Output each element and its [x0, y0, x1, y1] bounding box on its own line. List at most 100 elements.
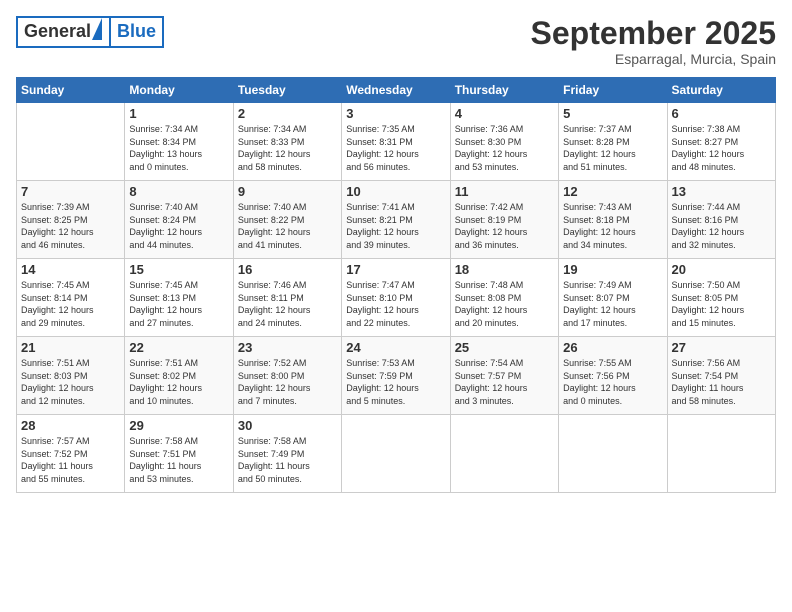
day-info: Sunrise: 7:53 AM Sunset: 7:59 PM Dayligh…	[346, 357, 445, 407]
day-number: 27	[672, 340, 771, 355]
day-number: 19	[563, 262, 662, 277]
calendar-cell: 2 Sunrise: 7:34 AM Sunset: 8:33 PM Daylig…	[233, 103, 341, 181]
day-info: Sunrise: 7:49 AM Sunset: 8:07 PM Dayligh…	[563, 279, 662, 329]
day-number: 22	[129, 340, 228, 355]
calendar-cell: 23Sunrise: 7:52 AM Sunset: 8:00 PM Dayli…	[233, 337, 341, 415]
calendar-week-row: 28Sunrise: 7:57 AM Sunset: 7:52 PM Dayli…	[17, 415, 776, 493]
day-info: Sunrise: 7:38 AM Sunset: 8:27 PM Dayligh…	[672, 123, 771, 173]
day-number: 2	[238, 106, 337, 121]
calendar-cell: 20 Sunrise: 7:50 AM Sunset: 8:05 PM Dayli…	[667, 259, 775, 337]
calendar-page: General Blue September 2025 Esparragal, …	[0, 0, 792, 612]
calendar-cell: 26Sunrise: 7:55 AM Sunset: 7:56 PM Dayli…	[559, 337, 667, 415]
calendar-cell: 21Sunrise: 7:51 AM Sunset: 8:03 PM Dayli…	[17, 337, 125, 415]
calendar-cell: 16 Sunrise: 7:46 AM Sunset: 8:11 PM Dayli…	[233, 259, 341, 337]
col-thursday: Thursday	[450, 78, 558, 103]
calendar-cell: 19 Sunrise: 7:49 AM Sunset: 8:07 PM Dayli…	[559, 259, 667, 337]
col-monday: Monday	[125, 78, 233, 103]
calendar-cell: 17Sunrise: 7:47 AM Sunset: 8:10 PM Dayli…	[342, 259, 450, 337]
day-info: Sunrise: 7:36 AM Sunset: 8:30 PM Dayligh…	[455, 123, 554, 173]
calendar-week-row: 7Sunrise: 7:39 AM Sunset: 8:25 PM Daylig…	[17, 181, 776, 259]
day-number: 4	[455, 106, 554, 121]
day-info: Sunrise: 7:37 AM Sunset: 8:28 PM Dayligh…	[563, 123, 662, 173]
logo-blue-text: Blue	[117, 21, 156, 41]
day-number: 18	[455, 262, 554, 277]
day-number: 30	[238, 418, 337, 433]
calendar-cell: 25 Sunrise: 7:54 AM Sunset: 7:57 PM Dayli…	[450, 337, 558, 415]
calendar-cell: 4 Sunrise: 7:36 AM Sunset: 8:30 PM Daylig…	[450, 103, 558, 181]
day-info: Sunrise: 7:39 AM Sunset: 8:25 PM Dayligh…	[21, 201, 120, 251]
day-info: Sunrise: 7:43 AM Sunset: 8:18 PM Dayligh…	[563, 201, 662, 251]
day-info: Sunrise: 7:35 AM Sunset: 8:31 PM Dayligh…	[346, 123, 445, 173]
calendar-cell: 11 Sunrise: 7:42 AM Sunset: 8:19 PM Dayli…	[450, 181, 558, 259]
day-info: Sunrise: 7:57 AM Sunset: 7:52 PM Dayligh…	[21, 435, 120, 485]
logo-general-text: General	[24, 21, 91, 43]
day-info: Sunrise: 7:40 AM Sunset: 8:22 PM Dayligh…	[238, 201, 337, 251]
day-number: 9	[238, 184, 337, 199]
calendar-table: Sunday Monday Tuesday Wednesday Thursday…	[16, 77, 776, 493]
day-number: 10	[346, 184, 445, 199]
calendar-cell: 22 Sunrise: 7:51 AM Sunset: 8:02 PM Dayli…	[125, 337, 233, 415]
day-info: Sunrise: 7:34 AM Sunset: 8:33 PM Dayligh…	[238, 123, 337, 173]
month-title: September 2025	[531, 16, 776, 51]
calendar-cell: 15Sunrise: 7:45 AM Sunset: 8:13 PM Dayli…	[125, 259, 233, 337]
calendar-cell: 6 Sunrise: 7:38 AM Sunset: 8:27 PM Daylig…	[667, 103, 775, 181]
col-tuesday: Tuesday	[233, 78, 341, 103]
day-info: Sunrise: 7:58 AM Sunset: 7:49 PM Dayligh…	[238, 435, 337, 485]
day-number: 16	[238, 262, 337, 277]
day-number: 11	[455, 184, 554, 199]
day-number: 6	[672, 106, 771, 121]
day-info: Sunrise: 7:50 AM Sunset: 8:05 PM Dayligh…	[672, 279, 771, 329]
calendar-cell: 24Sunrise: 7:53 AM Sunset: 7:59 PM Dayli…	[342, 337, 450, 415]
day-info: Sunrise: 7:55 AM Sunset: 7:56 PM Dayligh…	[563, 357, 662, 407]
day-info: Sunrise: 7:51 AM Sunset: 8:02 PM Dayligh…	[129, 357, 228, 407]
day-number: 20	[672, 262, 771, 277]
day-number: 12	[563, 184, 662, 199]
calendar-cell: 14Sunrise: 7:45 AM Sunset: 8:14 PM Dayli…	[17, 259, 125, 337]
day-info: Sunrise: 7:42 AM Sunset: 8:19 PM Dayligh…	[455, 201, 554, 251]
calendar-cell	[17, 103, 125, 181]
logo: General Blue	[16, 16, 164, 48]
calendar-cell: 8Sunrise: 7:40 AM Sunset: 8:24 PM Daylig…	[125, 181, 233, 259]
calendar-week-row: 1 Sunrise: 7:34 AM Sunset: 8:34 PM Daylig…	[17, 103, 776, 181]
day-number: 5	[563, 106, 662, 121]
calendar-cell: 12 Sunrise: 7:43 AM Sunset: 8:18 PM Dayli…	[559, 181, 667, 259]
day-number: 1	[129, 106, 228, 121]
calendar-cell	[342, 415, 450, 493]
day-info: Sunrise: 7:52 AM Sunset: 8:00 PM Dayligh…	[238, 357, 337, 407]
day-number: 14	[21, 262, 120, 277]
calendar-cell	[667, 415, 775, 493]
calendar-week-row: 14Sunrise: 7:45 AM Sunset: 8:14 PM Dayli…	[17, 259, 776, 337]
day-number: 29	[129, 418, 228, 433]
day-info: Sunrise: 7:41 AM Sunset: 8:21 PM Dayligh…	[346, 201, 445, 251]
calendar-cell	[450, 415, 558, 493]
calendar-cell: 7Sunrise: 7:39 AM Sunset: 8:25 PM Daylig…	[17, 181, 125, 259]
calendar-cell: 10 Sunrise: 7:41 AM Sunset: 8:21 PM Dayli…	[342, 181, 450, 259]
calendar-cell: 29 Sunrise: 7:58 AM Sunset: 7:51 PM Dayli…	[125, 415, 233, 493]
calendar-cell: 18 Sunrise: 7:48 AM Sunset: 8:08 PM Dayli…	[450, 259, 558, 337]
header: General Blue September 2025 Esparragal, …	[16, 16, 776, 67]
col-wednesday: Wednesday	[342, 78, 450, 103]
calendar-cell: 30 Sunrise: 7:58 AM Sunset: 7:49 PM Dayli…	[233, 415, 341, 493]
day-info: Sunrise: 7:56 AM Sunset: 7:54 PM Dayligh…	[672, 357, 771, 407]
day-info: Sunrise: 7:48 AM Sunset: 8:08 PM Dayligh…	[455, 279, 554, 329]
day-info: Sunrise: 7:46 AM Sunset: 8:11 PM Dayligh…	[238, 279, 337, 329]
day-info: Sunrise: 7:58 AM Sunset: 7:51 PM Dayligh…	[129, 435, 228, 485]
day-info: Sunrise: 7:34 AM Sunset: 8:34 PM Dayligh…	[129, 123, 228, 173]
calendar-cell: 28Sunrise: 7:57 AM Sunset: 7:52 PM Dayli…	[17, 415, 125, 493]
day-info: Sunrise: 7:40 AM Sunset: 8:24 PM Dayligh…	[129, 201, 228, 251]
location-subtitle: Esparragal, Murcia, Spain	[531, 51, 776, 67]
day-info: Sunrise: 7:54 AM Sunset: 7:57 PM Dayligh…	[455, 357, 554, 407]
calendar-cell: 5 Sunrise: 7:37 AM Sunset: 8:28 PM Daylig…	[559, 103, 667, 181]
col-sunday: Sunday	[17, 78, 125, 103]
day-number: 21	[21, 340, 120, 355]
col-friday: Friday	[559, 78, 667, 103]
calendar-cell: 1 Sunrise: 7:34 AM Sunset: 8:34 PM Daylig…	[125, 103, 233, 181]
day-number: 25	[455, 340, 554, 355]
day-info: Sunrise: 7:44 AM Sunset: 8:16 PM Dayligh…	[672, 201, 771, 251]
day-number: 15	[129, 262, 228, 277]
day-number: 3	[346, 106, 445, 121]
calendar-cell: 3 Sunrise: 7:35 AM Sunset: 8:31 PM Daylig…	[342, 103, 450, 181]
calendar-cell	[559, 415, 667, 493]
title-block: September 2025 Esparragal, Murcia, Spain	[531, 16, 776, 67]
calendar-header-row: Sunday Monday Tuesday Wednesday Thursday…	[17, 78, 776, 103]
